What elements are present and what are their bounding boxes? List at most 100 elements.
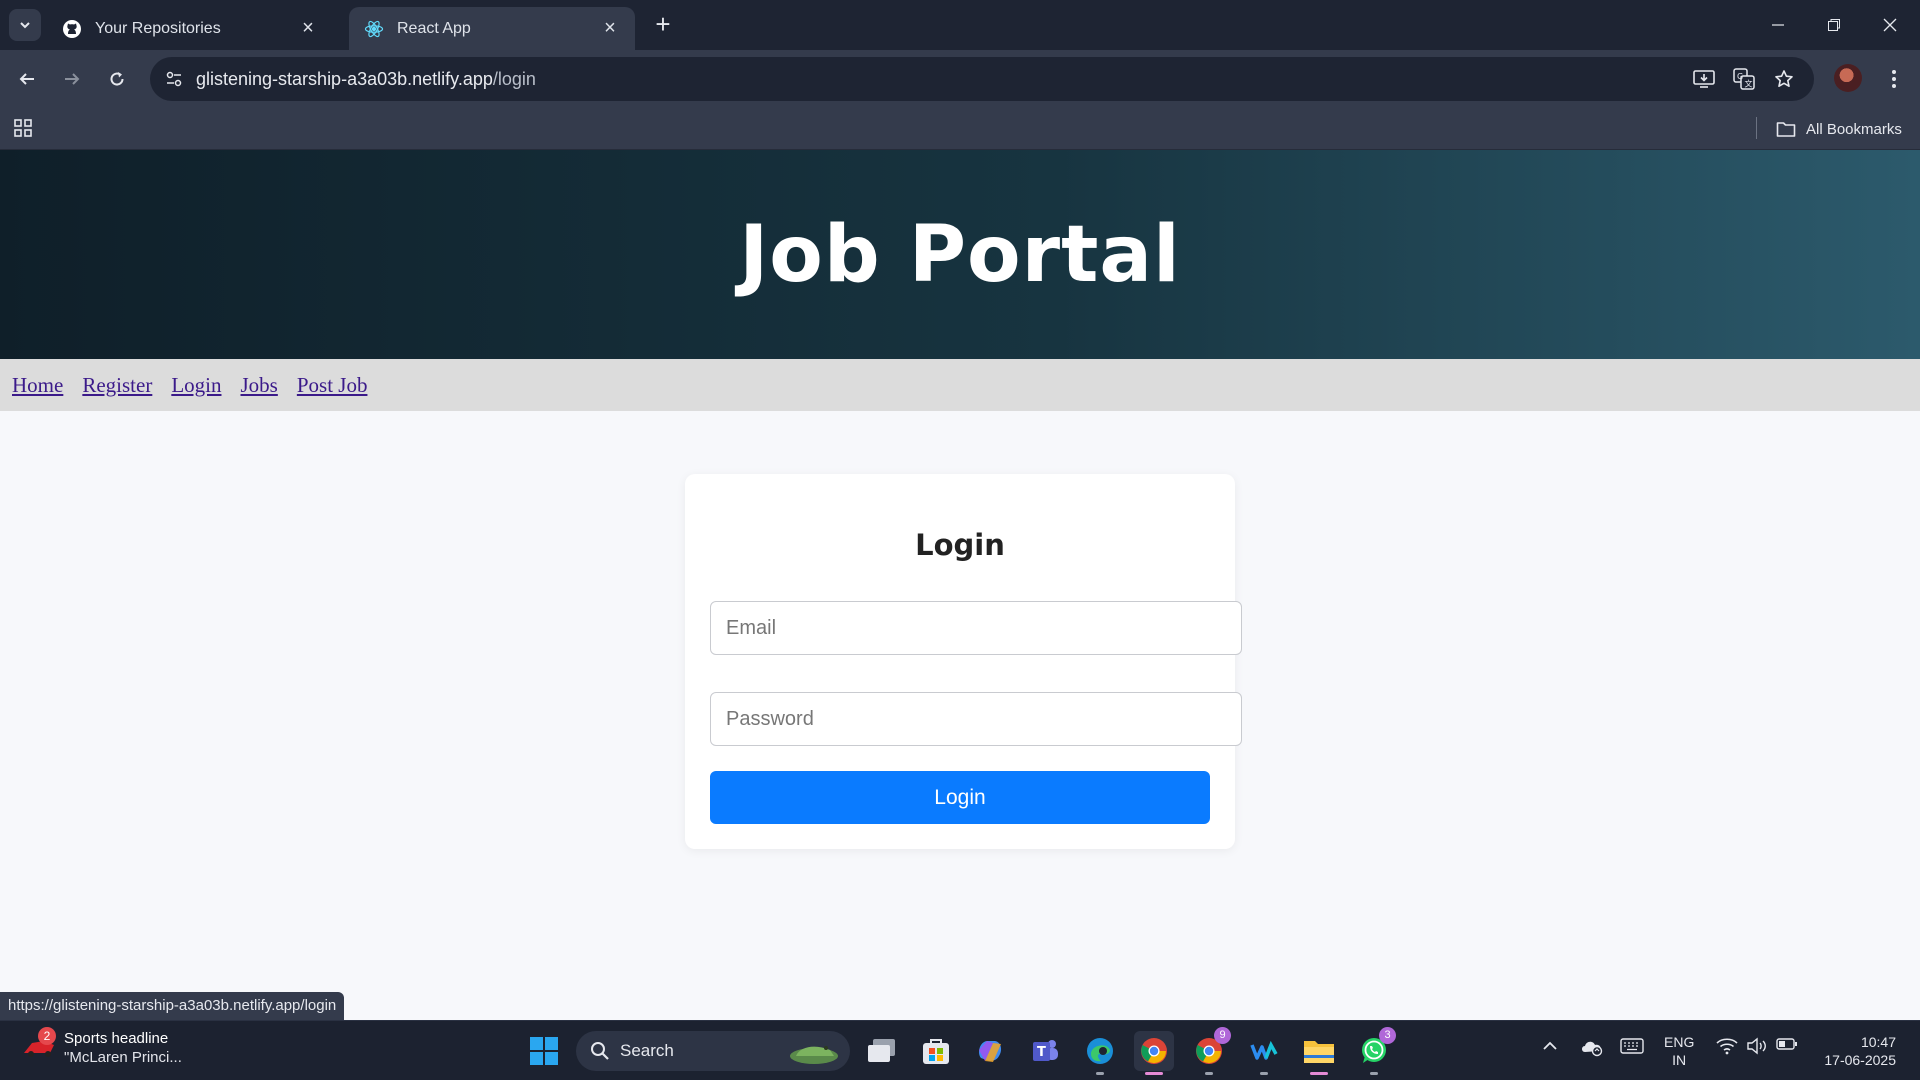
star-bookmark-icon[interactable] [1768,63,1800,95]
login-button[interactable]: Login [710,771,1210,824]
svg-text:T: T [1037,1045,1046,1060]
minimize-button[interactable] [1750,0,1806,50]
taskbar-whatsapp[interactable]: 3 [1354,1027,1396,1075]
start-button[interactable] [524,1031,564,1071]
volume-icon[interactable] [1746,1037,1768,1055]
running-indicator [1310,1072,1328,1075]
folder-icon [1776,122,1796,137]
site-info-icon[interactable] [154,59,194,99]
taskbar-chrome[interactable] [1134,1031,1174,1075]
taskbar-file-explorer[interactable] [1299,1031,1339,1075]
taskbar-clock[interactable]: 10:47 17-06-2025 [1818,1033,1896,1069]
running-indicator [1096,1072,1104,1075]
webex-icon [1250,1040,1278,1060]
svg-text:G: G [1737,72,1743,81]
nav-link-jobs[interactable]: Jobs [240,373,277,398]
svg-text:文: 文 [1745,79,1753,89]
news-widget[interactable]: 2 Sports headline "McLaren Princi... [22,1027,182,1067]
close-icon[interactable]: × [599,17,621,40]
touch-keyboard-icon[interactable] [1620,1037,1644,1055]
chrome-icon [1141,1038,1167,1064]
taskbar-webex[interactable] [1244,1031,1284,1075]
tab-strip: Your Repositories × React App × + [0,0,1920,50]
edge-icon [1087,1038,1113,1064]
wifi-icon[interactable] [1716,1037,1738,1055]
new-tab-button[interactable]: + [650,11,676,38]
bookmarks-bar: All Bookmarks [0,108,1920,150]
show-hidden-icons-button[interactable] [1541,1037,1559,1055]
clock-date: 17-06-2025 [1824,1052,1896,1068]
chevron-down-icon [20,22,30,29]
minimize-icon [1772,24,1784,26]
nav-link-home[interactable]: Home [12,373,63,398]
lang-line1: ENG [1664,1034,1695,1050]
all-bookmarks-label: All Bookmarks [1806,120,1902,138]
taskbar-edge[interactable] [1080,1031,1120,1075]
task-view-button[interactable] [862,1031,902,1071]
nav-link-post-job[interactable]: Post Job [297,373,368,398]
tab-your-repositories[interactable]: Your Repositories × [47,7,333,50]
taskbar-search[interactable]: Search [576,1031,850,1071]
browser-toolbar: glistening-starship-a3a03b.netlify.app/l… [0,50,1920,108]
arrow-left-icon [19,73,34,85]
news-subtitle: "McLaren Princi... [64,1049,182,1066]
store-icon [923,1039,949,1064]
apps-grid-icon[interactable] [12,117,36,141]
taskbar: 2 Sports headline "McLaren Princi... Sea… [0,1020,1920,1080]
browser-menu-button[interactable] [1878,63,1910,95]
github-icon [61,18,83,40]
reload-icon [110,72,124,86]
onedrive-sync-icon[interactable] [1580,1037,1604,1057]
tab-search-button[interactable] [9,9,41,41]
taskbar-copilot[interactable] [970,1031,1010,1071]
close-icon [1883,18,1897,32]
folder-icon [1304,1041,1334,1063]
install-app-icon[interactable] [1688,63,1720,95]
site-header: Job Portal [0,150,1920,359]
all-bookmarks-button[interactable]: All Bookmarks [1776,116,1902,142]
site-nav: Home Register Login Jobs Post Job [0,359,1920,411]
react-icon [363,18,385,40]
reload-button[interactable] [101,63,133,95]
password-field[interactable] [710,692,1242,746]
login-card: Login Login [685,474,1242,849]
task-view-icon [868,1039,895,1062]
teams-icon: T [1033,1040,1058,1061]
notification-badge: 3 [1379,1027,1396,1044]
nav-link-register[interactable]: Register [82,373,152,398]
more-vert-icon [1892,70,1896,88]
search-icon [591,1042,609,1060]
url-host: glistening-starship-a3a03b.netlify.app [196,68,493,89]
tab-react-app[interactable]: React App × [349,7,635,50]
restore-icon [1828,19,1840,31]
clock-time: 10:47 [1860,1034,1896,1050]
close-icon[interactable]: × [297,17,319,40]
address-url: glistening-starship-a3a03b.netlify.app/l… [196,69,536,90]
email-field[interactable] [710,601,1242,655]
taskbar-chrome-profile[interactable]: 9 [1189,1027,1231,1075]
search-label: Search [620,1041,674,1060]
site-title: Job Portal [739,209,1181,300]
running-indicator [1370,1072,1378,1075]
taskbar-teams[interactable]: T [1025,1031,1065,1071]
restore-button[interactable] [1806,0,1862,50]
profile-avatar[interactable] [1834,64,1862,92]
lang-line2: IN [1672,1052,1687,1068]
running-indicator [1205,1072,1213,1075]
back-button[interactable] [11,63,43,95]
forward-button[interactable] [56,63,88,95]
address-bar[interactable]: glistening-starship-a3a03b.netlify.app/l… [150,57,1814,101]
login-heading: Login [915,528,1005,562]
bookmarks-divider [1756,117,1757,139]
taskbar-store[interactable] [916,1031,956,1071]
battery-icon[interactable] [1776,1037,1798,1051]
close-window-button[interactable] [1862,0,1918,50]
translate-icon[interactable]: G文 [1728,63,1760,95]
arrow-right-icon [65,73,80,85]
nav-link-login[interactable]: Login [171,373,221,398]
tab-title: Your Repositories [95,19,221,37]
copilot-icon [979,1041,1002,1062]
input-language[interactable]: ENG IN [1664,1033,1694,1069]
windows-logo-icon [530,1037,558,1065]
notification-badge: 9 [1214,1027,1231,1044]
